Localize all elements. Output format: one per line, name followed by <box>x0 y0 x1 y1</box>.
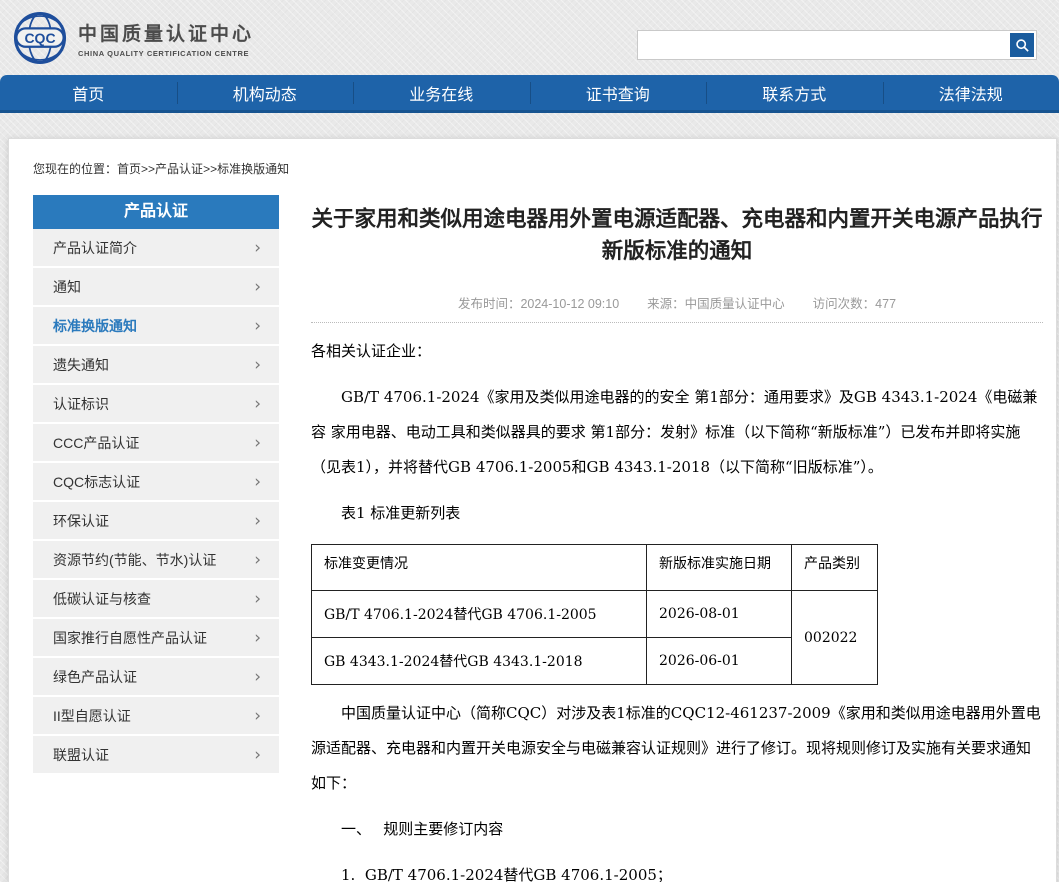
article: 关于家用和类似用途电器用外置电源适配器、充电器和内置开关电源产品执行新版标准的通… <box>311 203 1043 882</box>
logo-title-en: CHINA QUALITY CERTIFICATION CENTRE <box>78 49 254 58</box>
meta-divider <box>311 322 1043 323</box>
chevron-right-icon: › <box>254 433 261 453</box>
chevron-right-icon: › <box>254 589 261 609</box>
standard-update-table: 标准变更情况 新版标准实施日期 产品类别 GB/T 4706.1-2024替代G… <box>311 544 878 685</box>
breadcrumb: 您现在的位置：首页>>产品认证>>标准换版通知 <box>33 160 289 177</box>
chevron-right-icon: › <box>254 667 261 687</box>
header-implementation-date: 新版标准实施日期 <box>647 545 792 591</box>
sidebar-item-cqc-mark-cert[interactable]: CQC标志认证› <box>33 463 279 502</box>
search-icon <box>1015 38 1030 53</box>
chevron-right-icon: › <box>254 550 261 570</box>
chevron-right-icon: › <box>254 628 261 648</box>
sidebar-item-national-voluntary-cert[interactable]: 国家推行自愿性产品认证› <box>33 619 279 658</box>
nav-item-laws[interactable]: 法律法规 <box>883 75 1059 110</box>
logo-title-cn: 中国质量认证中心 <box>78 19 254 46</box>
nav-item-certificate[interactable]: 证书查询 <box>530 75 707 110</box>
svg-text:CQC: CQC <box>24 30 55 46</box>
table-row: GB/T 4706.1-2024替代GB 4706.1-2005 2026-08… <box>312 591 878 638</box>
chevron-right-icon: › <box>254 745 261 765</box>
sidebar-item-notice[interactable]: 通知› <box>33 268 279 307</box>
sidebar-item-low-carbon-cert[interactable]: 低碳认证与核查› <box>33 580 279 619</box>
publish-time: 发布时间：2024-10-12 09:10 <box>458 293 619 312</box>
cell-standard-change-2: GB 4343.1-2024替代GB 4343.1-2018 <box>312 638 647 685</box>
sidebar-title: 产品认证 <box>33 195 279 229</box>
site-header: CQC 中国质量认证中心 CHINA QUALITY CERTIFICATION… <box>0 0 1059 75</box>
sidebar-item-ccc-product-cert[interactable]: CCC产品认证› <box>33 424 279 463</box>
sidebar-item-standard-change-notice[interactable]: 标准换版通知› <box>33 307 279 346</box>
search-button[interactable] <box>1010 33 1034 57</box>
chevron-right-icon: › <box>254 706 261 726</box>
chevron-right-icon: › <box>254 511 261 531</box>
breadcrumb-separator: >> <box>203 162 217 176</box>
nav-item-contact[interactable]: 联系方式 <box>706 75 883 110</box>
sidebar-item-product-cert-intro[interactable]: 产品认证简介› <box>33 229 279 268</box>
list-item-1: 1. GB/T 4706.1-2024替代GB 4706.1-2005； <box>311 858 1043 882</box>
cqc-globe-icon: CQC <box>12 10 68 66</box>
breadcrumb-link-standard-notice[interactable]: 标准换版通知 <box>217 162 289 176</box>
sidebar-item-loss-notice[interactable]: 遗失通知› <box>33 346 279 385</box>
cell-product-category: 002022 <box>792 591 878 685</box>
paragraph-rule-revision: 中国质量认证中心（简称CQC）对涉及表1标准的CQC12-461237-2009… <box>311 696 1043 801</box>
breadcrumb-link-product-cert[interactable]: 产品认证 <box>155 162 203 176</box>
search-input[interactable] <box>642 31 1002 59</box>
chevron-right-icon: › <box>254 316 261 336</box>
nav-item-online[interactable]: 业务在线 <box>353 75 530 110</box>
content-panel: 您现在的位置：首页>>产品认证>>标准换版通知 产品认证 产品认证简介› 通知›… <box>8 138 1057 882</box>
chevron-right-icon: › <box>254 277 261 297</box>
article-body: 各相关认证企业： GB/T 4706.1-2024《家用及类似用途电器的的安全 … <box>311 334 1043 882</box>
search-box <box>637 30 1037 60</box>
site-logo: CQC 中国质量认证中心 CHINA QUALITY CERTIFICATION… <box>12 10 254 66</box>
breadcrumb-prefix: 您现在的位置： <box>33 162 117 176</box>
sidebar: 产品认证 产品认证简介› 通知› 标准换版通知› 遗失通知› 认证标识› CCC… <box>33 195 279 775</box>
header-standard-change: 标准变更情况 <box>312 545 647 591</box>
sidebar-item-type2-voluntary-cert[interactable]: II型自愿认证› <box>33 697 279 736</box>
sidebar-item-resource-saving-cert[interactable]: 资源节约(节能、节水)认证› <box>33 541 279 580</box>
chevron-right-icon: › <box>254 394 261 414</box>
nav-item-home[interactable]: 首页 <box>0 75 177 110</box>
header-product-category: 产品类别 <box>792 545 878 591</box>
chevron-right-icon: › <box>254 238 261 258</box>
article-source: 来源：中国质量认证中心 <box>647 293 785 312</box>
nav-item-news[interactable]: 机构动态 <box>177 75 354 110</box>
article-title: 关于家用和类似用途电器用外置电源适配器、充电器和内置开关电源产品执行新版标准的通… <box>311 203 1043 267</box>
cell-date-2: 2026-06-01 <box>647 638 792 685</box>
chevron-right-icon: › <box>254 355 261 375</box>
chevron-right-icon: › <box>254 472 261 492</box>
salutation: 各相关认证企业： <box>311 334 1043 369</box>
cell-standard-change-1: GB/T 4706.1-2024替代GB 4706.1-2005 <box>312 591 647 638</box>
table-caption: 表1 标准更新列表 <box>311 496 1043 531</box>
breadcrumb-link-home[interactable]: 首页 <box>117 162 141 176</box>
cell-date-1: 2026-08-01 <box>647 591 792 638</box>
sidebar-item-environment-cert[interactable]: 环保认证› <box>33 502 279 541</box>
sidebar-item-cert-mark[interactable]: 认证标识› <box>33 385 279 424</box>
main-nav: 首页 机构动态 业务在线 证书查询 联系方式 法律法规 <box>0 75 1059 113</box>
breadcrumb-separator: >> <box>141 162 155 176</box>
article-meta: 发布时间：2024-10-12 09:10 来源：中国质量认证中心 访问次数：4… <box>311 293 1043 312</box>
visit-count: 访问次数：477 <box>813 293 896 312</box>
sidebar-item-alliance-cert[interactable]: 联盟认证› <box>33 736 279 775</box>
sidebar-item-green-product-cert[interactable]: 绿色产品认证› <box>33 658 279 697</box>
paragraph-standards-release: GB/T 4706.1-2024《家用及类似用途电器的的安全 第1部分：通用要求… <box>311 380 1043 485</box>
table-header-row: 标准变更情况 新版标准实施日期 产品类别 <box>312 545 878 591</box>
section-heading-revision-content: 一、 规则主要修订内容 <box>311 812 1043 847</box>
logo-text: 中国质量认证中心 CHINA QUALITY CERTIFICATION CEN… <box>78 19 254 58</box>
